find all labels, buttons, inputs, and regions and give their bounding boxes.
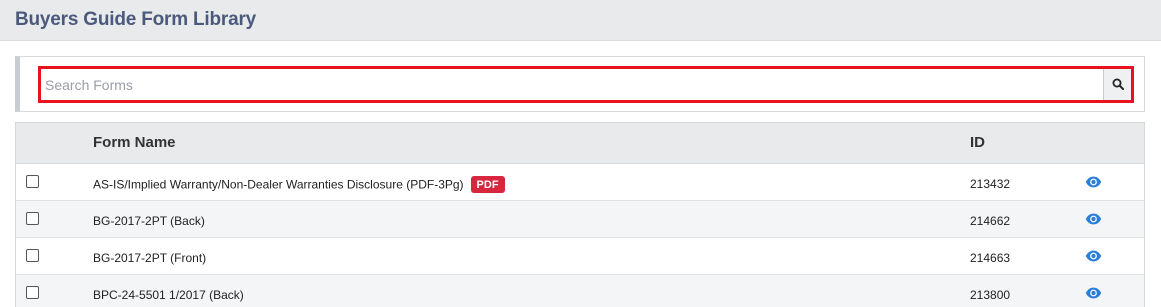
row-checkbox[interactable] [26,286,39,299]
table-row[interactable]: AS-IS/Implied Warranty/Non-Dealer Warran… [16,164,1144,201]
column-header-form-name[interactable]: Form Name [93,134,176,151]
search-box [38,66,1134,103]
form-id: 213432 [970,177,1011,191]
search-panel [15,56,1145,112]
table-row[interactable]: BG-2017-2PT (Back) 214662 [16,201,1144,238]
page-header: Buyers Guide Form Library [0,0,1161,41]
eye-icon[interactable] [1085,250,1102,262]
row-checkbox[interactable] [26,212,39,225]
pdf-badge: PDF [470,176,505,193]
form-name-cell[interactable]: BPC-24-5501 1/2017 (Back) [93,288,244,302]
row-checkbox[interactable] [26,249,39,262]
form-name-cell[interactable]: AS-IS/Implied Warranty/Non-Dealer Warran… [93,176,505,194]
form-id: 214662 [970,214,1011,228]
form-name[interactable]: BG-2017-2PT (Back) [93,214,205,228]
page-title: Buyers Guide Form Library [15,9,257,30]
forms-table: Form Name ID AS-IS/Implied Warranty/Non-… [15,122,1145,307]
eye-icon[interactable] [1085,287,1102,299]
search-input[interactable] [41,69,1105,100]
form-name[interactable]: BPC-24-5501 1/2017 (Back) [93,288,244,302]
form-name[interactable]: BG-2017-2PT (Front) [93,251,206,265]
form-name-cell[interactable]: BG-2017-2PT (Back) [93,214,205,228]
search-icon [1112,78,1124,90]
form-id: 213800 [970,288,1011,302]
column-header-id[interactable]: ID [970,134,985,151]
eye-icon[interactable] [1085,213,1102,225]
table-row[interactable]: BG-2017-2PT (Front) 214663 [16,238,1144,275]
eye-icon[interactable] [1085,176,1102,188]
form-name[interactable]: AS-IS/Implied Warranty/Non-Dealer Warran… [93,178,464,192]
search-button[interactable] [1103,69,1131,100]
form-name-cell[interactable]: BG-2017-2PT (Front) [93,251,206,265]
table-row[interactable]: BPC-24-5501 1/2017 (Back) 213800 [16,275,1144,307]
row-checkbox[interactable] [26,175,39,188]
table-header: Form Name ID [16,123,1144,164]
form-id: 214663 [970,251,1011,265]
